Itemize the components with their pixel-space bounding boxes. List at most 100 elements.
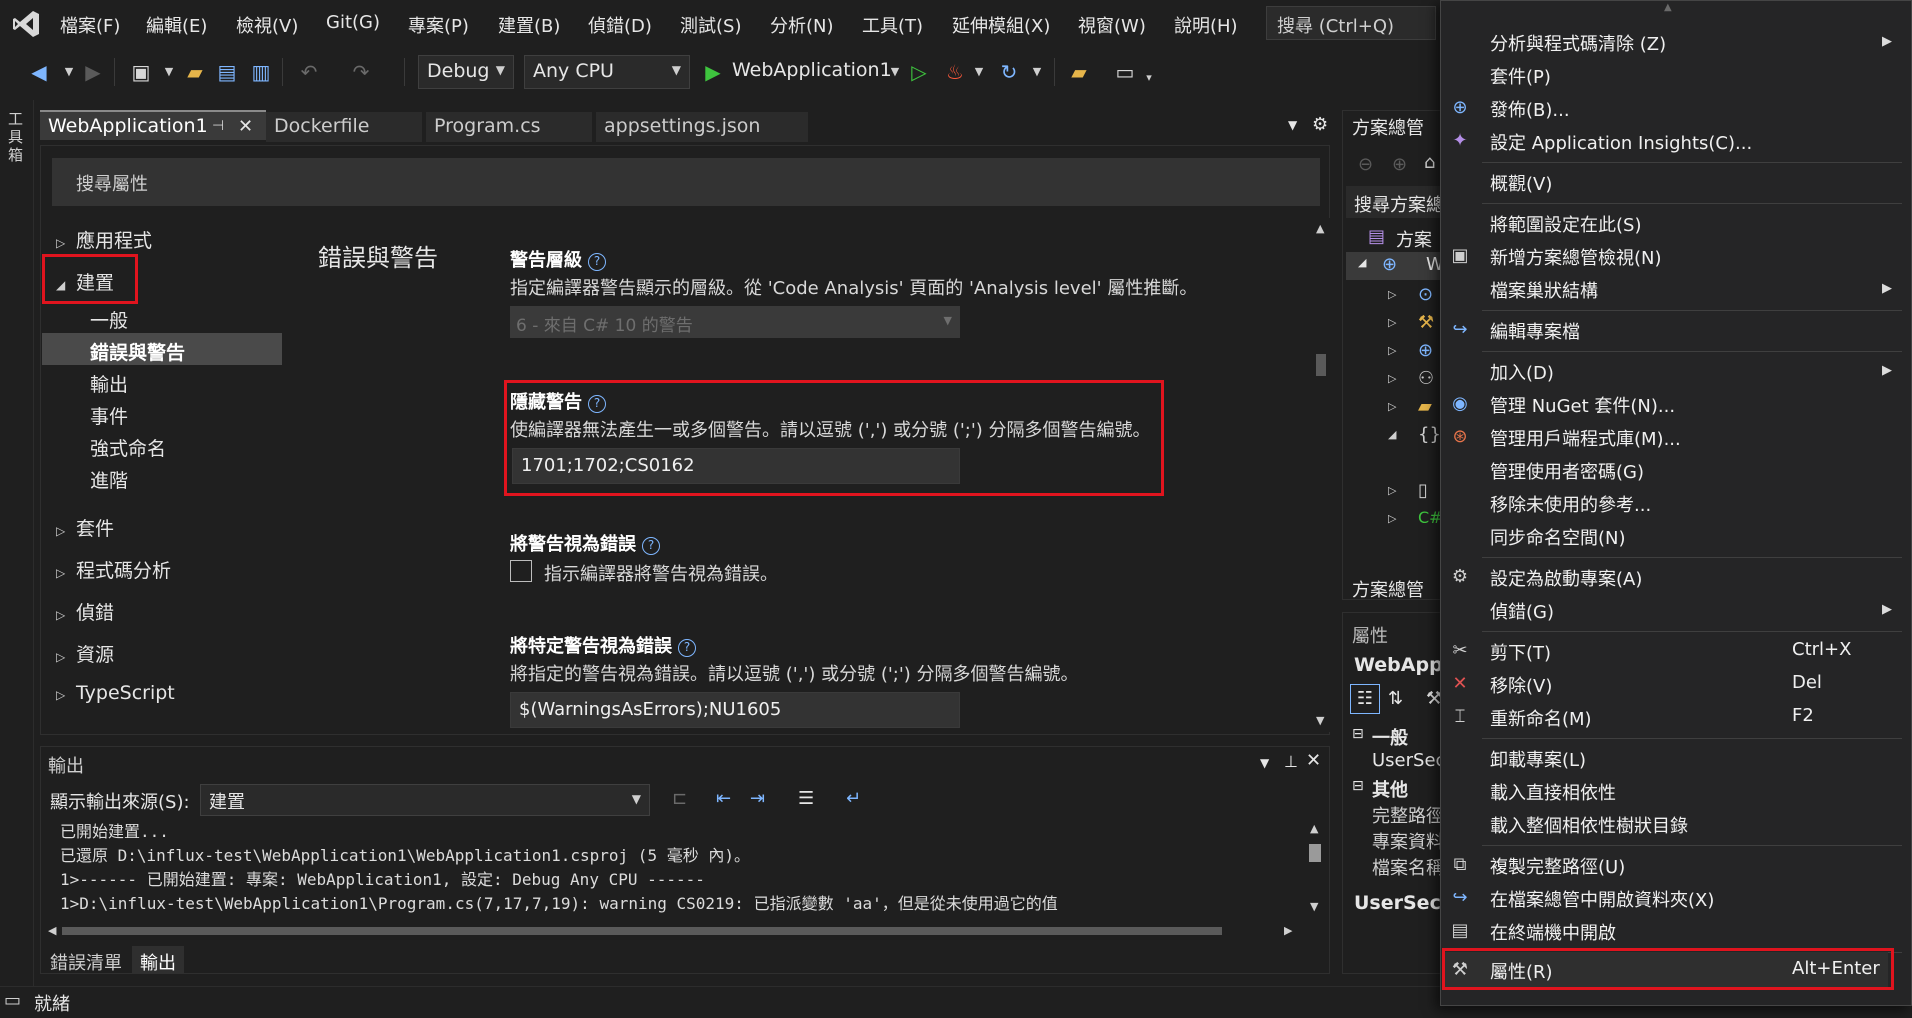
- open-folder-icon[interactable]: ▰: [182, 59, 208, 85]
- menu-item-load-dependency-tree[interactable]: 載入整個相依性樹狀目錄: [1490, 812, 1688, 838]
- previous-message-icon[interactable]: ⇤: [716, 788, 731, 809]
- scrollbar-thumb[interactable]: [1309, 844, 1321, 862]
- tab-output[interactable]: 輸出: [132, 946, 184, 974]
- refresh-icon[interactable]: ↻: [996, 59, 1022, 85]
- layout-icon[interactable]: ▭: [1112, 59, 1138, 85]
- collapse-icon[interactable]: ⊟: [1352, 726, 1364, 742]
- treat-warnings-as-errors-checkbox[interactable]: [510, 560, 532, 582]
- nav-code-analysis[interactable]: ▷ 程式碼分析: [56, 556, 171, 583]
- menu-item-file-nesting[interactable]: 檔案巢狀結構: [1490, 277, 1598, 303]
- menu-item-rename[interactable]: 重新命名(M): [1490, 705, 1592, 731]
- chevron-right-icon[interactable]: ▷: [1388, 400, 1396, 413]
- menu-item-debug[interactable]: 偵錯(G): [1490, 598, 1554, 624]
- nav-resources[interactable]: ▷ 資源: [56, 640, 114, 667]
- new-item-icon[interactable]: ▣: [128, 59, 154, 85]
- hot-reload-dropdown-icon[interactable]: ▼: [966, 59, 992, 85]
- search-input[interactable]: 搜尋 (Ctrl+Q): [1266, 6, 1436, 40]
- menu-item-app-insights[interactable]: 設定 Application Insights(C)...: [1490, 129, 1752, 155]
- menu-item-load-direct-dependencies[interactable]: 載入直接相依性: [1490, 779, 1616, 805]
- folder-browse-icon[interactable]: ▰: [1066, 59, 1092, 85]
- output-source-select[interactable]: 建置 ▼: [200, 784, 650, 816]
- pin-icon[interactable]: ⊥: [1284, 752, 1298, 771]
- toolbar-overflow-icon[interactable]: ▾: [1136, 65, 1162, 91]
- menu-view[interactable]: 檢視(V): [236, 12, 298, 38]
- menu-build[interactable]: 建置(B): [498, 12, 560, 38]
- menu-item-manage-client-libraries[interactable]: 管理用戶端程式庫(M)...: [1490, 425, 1681, 451]
- collapse-icon[interactable]: ⊟: [1352, 778, 1364, 794]
- nav-build-general[interactable]: 一般: [90, 306, 128, 333]
- nav-debug[interactable]: ▷ 偵錯: [56, 598, 114, 625]
- menu-item-sync-namespaces[interactable]: 同步命名空間(N): [1490, 524, 1626, 550]
- save-icon[interactable]: ▤: [214, 59, 240, 85]
- nav-application[interactable]: ▷ 應用程式: [56, 226, 152, 253]
- menu-debug[interactable]: 偵錯(D): [588, 12, 652, 38]
- nav-typescript[interactable]: ▷ TypeScript: [56, 682, 175, 704]
- run-icon[interactable]: ▶: [700, 59, 726, 85]
- configuration-select[interactable]: Debug ▼: [418, 55, 514, 89]
- chevron-right-icon[interactable]: ▷: [1388, 316, 1396, 329]
- refresh-dropdown-icon[interactable]: ▼: [1024, 59, 1050, 85]
- menu-item-manage-nuget[interactable]: 管理 NuGet 套件(N)...: [1490, 392, 1675, 418]
- run-without-debug-icon[interactable]: ▷: [906, 59, 932, 85]
- property-row-filename[interactable]: 檔案名稱: [1372, 854, 1442, 880]
- menu-analyze[interactable]: 分析(N): [770, 12, 834, 38]
- menu-item-edit-project-file[interactable]: 編輯專案檔: [1490, 318, 1580, 344]
- tab-webapplication1[interactable]: WebApplication1 ⊣ ✕: [40, 110, 266, 140]
- new-item-dropdown-icon[interactable]: ▼: [156, 59, 182, 85]
- property-row-fullpath[interactable]: 完整路徑: [1372, 802, 1442, 828]
- close-icon[interactable]: ✕: [238, 116, 253, 137]
- menu-item-manage-user-secrets[interactable]: 管理使用者密碼(G): [1490, 458, 1644, 484]
- scrollbar-thumb[interactable]: [62, 927, 1222, 935]
- solution-node[interactable]: 方案: [1396, 226, 1442, 252]
- selected-project-row[interactable]: ◢ ⊕ W: [1346, 252, 1444, 280]
- tab-error-list[interactable]: 錯誤清單: [42, 946, 130, 974]
- menu-project[interactable]: 專案(P): [408, 12, 469, 38]
- menu-item-new-explorer-view[interactable]: 新增方案總管檢視(N): [1490, 244, 1662, 270]
- property-search-input[interactable]: 搜尋屬性: [52, 158, 1320, 206]
- pane-options-icon[interactable]: ▼: [1260, 756, 1269, 770]
- help-icon[interactable]: ?: [642, 537, 660, 555]
- scroll-down-icon[interactable]: ▼: [1310, 900, 1318, 913]
- property-row-projectdata[interactable]: 專案資料: [1372, 828, 1442, 854]
- menu-item-copy-full-path[interactable]: 複製完整路徑(U): [1490, 853, 1625, 879]
- hot-reload-icon[interactable]: ♨: [942, 59, 968, 85]
- scroll-up-icon[interactable]: ▲: [1310, 822, 1318, 835]
- tab-appsettings-json[interactable]: appsettings.json: [596, 112, 808, 142]
- menu-item-remove[interactable]: 移除(V): [1490, 672, 1552, 698]
- nav-build-advanced[interactable]: 進階: [90, 466, 128, 493]
- scroll-up-icon[interactable]: ▲: [1316, 222, 1324, 235]
- menu-edit[interactable]: 編輯(E): [146, 12, 207, 38]
- menu-item-overview[interactable]: 概觀(V): [1490, 170, 1552, 196]
- toolbox-tab[interactable]: 工具箱: [8, 110, 26, 164]
- nav-build-strong-naming[interactable]: 強式命名: [90, 434, 166, 461]
- menu-test[interactable]: 測試(S): [680, 12, 741, 38]
- word-wrap-icon[interactable]: ↵: [846, 788, 861, 809]
- nav-build-events[interactable]: 事件: [90, 402, 128, 429]
- next-message-icon[interactable]: ⇥: [750, 788, 765, 809]
- save-all-icon[interactable]: ▥: [248, 59, 274, 85]
- solution-search-input[interactable]: 搜尋方案總: [1346, 186, 1442, 218]
- tab-dockerfile[interactable]: Dockerfile: [266, 112, 422, 142]
- alphabetical-icon[interactable]: ⇅: [1388, 688, 1403, 709]
- chevron-right-icon[interactable]: ▷: [1388, 344, 1396, 357]
- menu-extensions[interactable]: 延伸模組(X): [952, 12, 1050, 38]
- specific-warnings-as-errors-input[interactable]: $(WarningsAsErrors);NU1605: [510, 692, 960, 728]
- tab-list-dropdown-icon[interactable]: ▼: [1288, 118, 1297, 132]
- scrollbar-thumb[interactable]: [1316, 354, 1326, 376]
- nav-package[interactable]: ▷ 套件: [56, 514, 114, 541]
- help-icon[interactable]: ?: [678, 639, 696, 657]
- help-icon[interactable]: ?: [588, 253, 606, 271]
- scrollbar[interactable]: ▲ ▼: [1312, 218, 1330, 732]
- gear-icon[interactable]: ⚙: [1312, 114, 1328, 135]
- menu-git[interactable]: Git(G): [326, 12, 380, 33]
- menu-item-unload-project[interactable]: 卸載專案(L): [1490, 746, 1586, 772]
- chevron-right-icon[interactable]: ▷: [1388, 288, 1396, 301]
- back-icon[interactable]: ◀: [26, 59, 52, 85]
- scroll-left-icon[interactable]: ◀: [48, 924, 56, 937]
- chevron-down-icon[interactable]: ◢: [1388, 428, 1396, 441]
- menu-item-cut[interactable]: 剪下(T): [1490, 639, 1551, 665]
- platform-select[interactable]: Any CPU ▼: [524, 55, 690, 89]
- output-hscroll[interactable]: ◀ ▶: [48, 922, 1298, 940]
- back-dropdown-icon[interactable]: ▼: [56, 59, 82, 85]
- menu-window[interactable]: 視窗(W): [1078, 12, 1146, 38]
